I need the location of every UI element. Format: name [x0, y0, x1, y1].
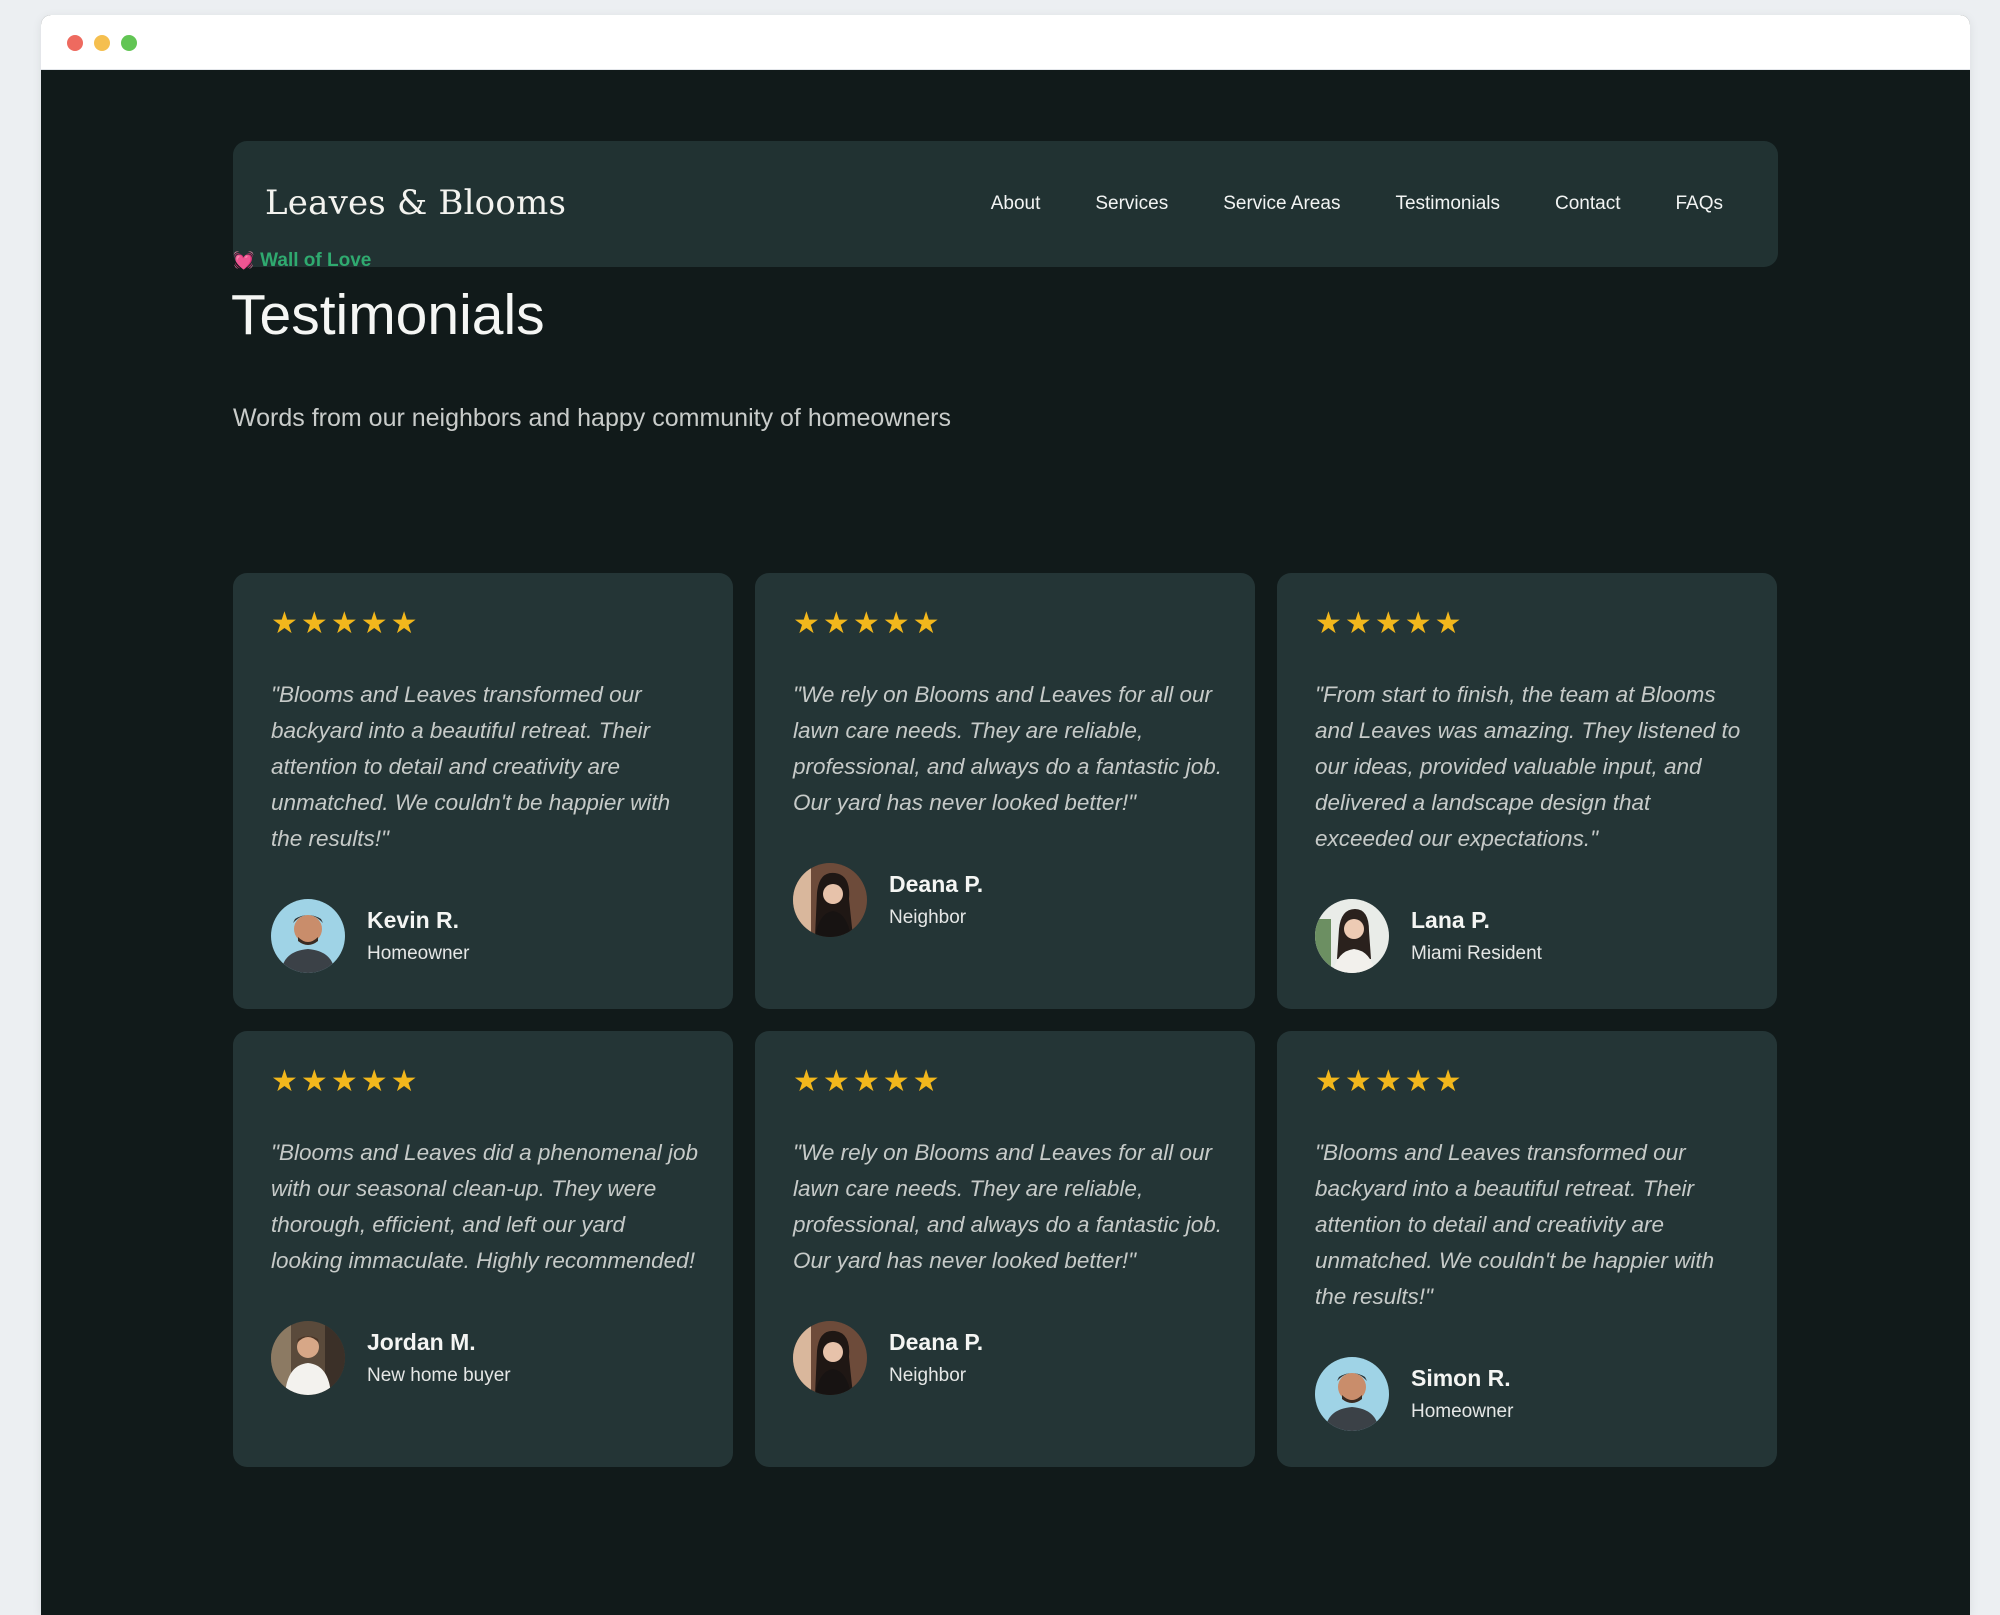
maximize-window-button[interactable] — [121, 35, 137, 51]
avatar — [793, 863, 867, 937]
eyebrow-label: Wall of Love — [260, 250, 372, 271]
nav-link-contact[interactable]: Contact — [1555, 193, 1620, 215]
avatar — [1315, 1357, 1389, 1431]
author-name: Jordan M. — [367, 1329, 476, 1355]
testimonial-quote: "Blooms and Leaves transformed our backy… — [1315, 1140, 1715, 1309]
testimonials-grid: ★ ★ ★ ★ ★ "Blooms and Leaves transformed our… — [233, 573, 1778, 1467]
avatar — [793, 1321, 867, 1395]
star-rating: ★ ★ ★ ★ ★ — [271, 1067, 695, 1097]
author-name: Kevin R. — [367, 907, 460, 933]
star-icon: ★ — [1315, 1065, 1342, 1098]
star-icon: ★ — [390, 1065, 418, 1098]
star-icon: ★ — [271, 1065, 298, 1098]
nav-link-faqs[interactable]: FAQs — [1675, 193, 1723, 215]
avatar — [271, 899, 345, 973]
browser-titlebar — [41, 15, 1970, 70]
author-role: Homeowner — [367, 943, 470, 964]
star-icon: ★ — [300, 1065, 328, 1098]
testimonial-card: ★ ★ ★ ★ ★ "From start to finish, the team at… — [1277, 573, 1777, 1009]
nav-link-service-areas[interactable]: Service Areas — [1223, 193, 1340, 215]
testimonial-quote: "Blooms and Leaves transformed our backy… — [271, 682, 671, 851]
star-icon: ★ — [1374, 607, 1402, 640]
star-icon: ★ — [852, 1065, 880, 1098]
author-name: Deana P. — [889, 1329, 984, 1355]
heart-icon: 💓 — [233, 251, 255, 270]
nav-link-about[interactable]: About — [991, 193, 1041, 215]
testimonial-quote: "We rely on Blooms and Leaves for all ou… — [793, 682, 1223, 815]
testimonial-card: ★ ★ ★ ★ ★ "Blooms and Leaves transformed our… — [233, 573, 733, 1009]
star-rating: ★ ★ ★ ★ ★ — [793, 609, 1217, 639]
star-icon: ★ — [1404, 1065, 1432, 1098]
author-name: Simon R. — [1411, 1365, 1511, 1391]
star-icon: ★ — [390, 607, 418, 640]
testimonial-quote: "We rely on Blooms and Leaves for all ou… — [793, 1140, 1223, 1273]
testimonial-author: Jordan M. New home buyer — [271, 1321, 695, 1395]
star-rating: ★ ★ ★ ★ ★ — [1315, 609, 1739, 639]
star-icon: ★ — [330, 607, 358, 640]
minimize-window-button[interactable] — [94, 35, 110, 51]
nav-link-services[interactable]: Services — [1095, 193, 1168, 215]
testimonial-author: Deana P. Neighbor — [793, 863, 1217, 937]
testimonial-card: ★ ★ ★ ★ ★ "We rely on Blooms and Leaves for … — [755, 1031, 1255, 1467]
page-subtitle: Words from our neighbors and happy commu… — [233, 404, 951, 432]
star-rating: ★ ★ ★ ★ ★ — [1315, 1067, 1739, 1097]
star-icon: ★ — [912, 1065, 940, 1098]
testimonial-author: Simon R. Homeowner — [1315, 1357, 1739, 1431]
star-icon: ★ — [912, 607, 940, 640]
testimonial-card: ★ ★ ★ ★ ★ "We rely on Blooms and Leaves for … — [755, 573, 1255, 1009]
testimonial-author: Kevin R. Homeowner — [271, 899, 695, 973]
star-icon: ★ — [1344, 1065, 1372, 1098]
star-icon: ★ — [882, 1065, 910, 1098]
author-role: Neighbor — [889, 1365, 967, 1386]
star-icon: ★ — [822, 1065, 850, 1098]
star-icon: ★ — [1434, 607, 1462, 640]
star-icon: ★ — [1344, 607, 1372, 640]
star-icon: ★ — [300, 607, 328, 640]
star-icon: ★ — [852, 607, 880, 640]
section-eyebrow: 💓 Wall of Love — [233, 250, 371, 272]
author-role: Miami Resident — [1411, 943, 1542, 964]
star-icon: ★ — [793, 1065, 820, 1098]
author-name: Deana P. — [889, 871, 984, 897]
star-icon: ★ — [271, 607, 298, 640]
top-navbar: Leaves & Blooms About Services Service A… — [233, 141, 1778, 267]
star-icon: ★ — [330, 1065, 358, 1098]
star-icon: ★ — [1315, 607, 1342, 640]
browser-window: Leaves & Blooms About Services Service A… — [41, 15, 1970, 1615]
nav-links: About Services Service Areas Testimonial… — [936, 141, 1723, 267]
testimonial-quote: "Blooms and Leaves did a phenomenal job … — [271, 1140, 699, 1273]
testimonial-author: Deana P. Neighbor — [793, 1321, 1217, 1395]
testimonial-author: Lana P. Miami Resident — [1315, 899, 1739, 973]
close-window-button[interactable] — [67, 35, 83, 51]
star-icon: ★ — [1404, 607, 1432, 640]
author-role: Neighbor — [889, 907, 967, 928]
page-title: Testimonials — [231, 283, 545, 347]
brand-logo[interactable]: Leaves & Blooms — [265, 183, 566, 223]
author-role: New home buyer — [367, 1365, 511, 1386]
nav-link-testimonials[interactable]: Testimonials — [1395, 193, 1500, 215]
author-role: Homeowner — [1411, 1401, 1514, 1422]
star-icon: ★ — [1434, 1065, 1462, 1098]
star-icon: ★ — [1374, 1065, 1402, 1098]
avatar — [271, 1321, 345, 1395]
star-icon: ★ — [882, 607, 910, 640]
star-rating: ★ ★ ★ ★ ★ — [271, 609, 695, 639]
author-name: Lana P. — [1411, 907, 1490, 933]
star-rating: ★ ★ ★ ★ ★ — [793, 1067, 1217, 1097]
star-icon: ★ — [360, 1065, 388, 1098]
star-icon: ★ — [822, 607, 850, 640]
testimonial-card: ★ ★ ★ ★ ★ "Blooms and Leaves transformed our… — [1277, 1031, 1777, 1467]
testimonial-card: ★ ★ ★ ★ ★ "Blooms and Leaves did a phenomena… — [233, 1031, 733, 1467]
testimonial-quote: "From start to finish, the team at Bloom… — [1315, 682, 1741, 851]
star-icon: ★ — [360, 607, 388, 640]
avatar — [1315, 899, 1389, 973]
page-content: Leaves & Blooms About Services Service A… — [41, 70, 1970, 1615]
star-icon: ★ — [793, 607, 820, 640]
